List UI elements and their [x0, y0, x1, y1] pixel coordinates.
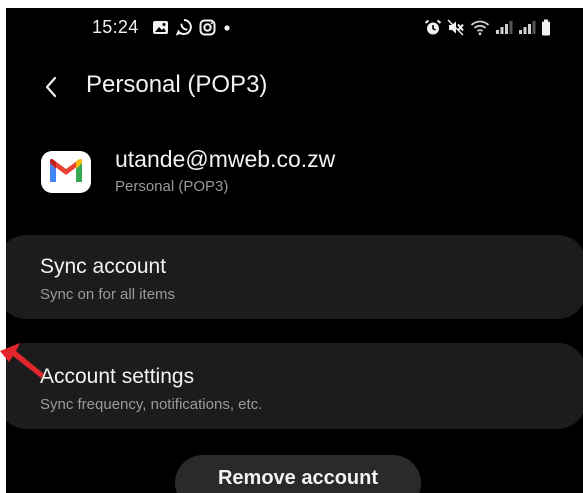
account-email: utande@mweb.co.zw [115, 146, 336, 172]
notification-dot-icon [222, 22, 232, 32]
sync-account-title: Sync account [40, 255, 167, 278]
whatsapp-icon [175, 18, 193, 36]
gallery-icon [152, 20, 169, 35]
page-title: Personal (POP3) [86, 71, 268, 98]
status-time: 15:24 [92, 17, 139, 37]
chevron-left-icon [43, 75, 59, 99]
wifi-icon [470, 19, 490, 36]
battery-icon [541, 19, 551, 36]
remove-account-button[interactable]: Remove account [175, 455, 421, 493]
mute-icon [447, 19, 465, 36]
gmail-icon [41, 151, 91, 193]
remove-account-label: Remove account [217, 467, 379, 489]
account-type: Personal (POP3) [115, 178, 229, 195]
instagram-icon [199, 19, 216, 36]
status-right-icons [424, 18, 551, 36]
red-arrow-annotation [0, 336, 46, 380]
signal-2-icon [518, 20, 536, 35]
account-settings-subtitle: Sync frequency, notifications, etc. [40, 396, 263, 413]
status-left-icons [152, 18, 232, 36]
back-button[interactable] [36, 70, 66, 104]
phone-screen: 15:24 Personal (POP3) utande@mweb.co.zw … [6, 8, 583, 493]
alarm-icon [424, 19, 442, 36]
account-settings-title: Account settings [40, 365, 195, 388]
sync-account-subtitle: Sync on for all items [40, 286, 176, 303]
sync-account-item[interactable]: Sync account Sync on for all items [6, 235, 583, 319]
status-bar: 15:24 [6, 8, 583, 42]
signal-1-icon [495, 20, 513, 35]
account-settings-item[interactable]: Account settings Sync frequency, notific… [6, 343, 583, 429]
